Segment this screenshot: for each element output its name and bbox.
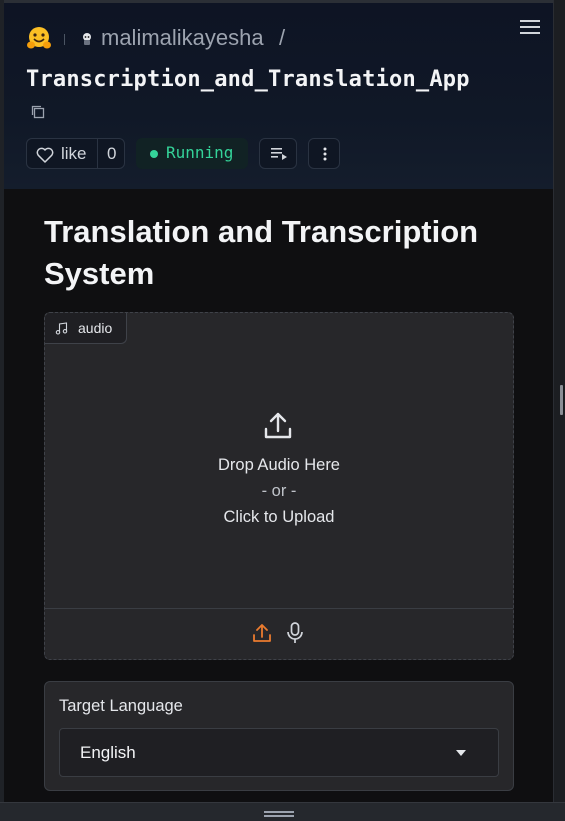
target-language-label: Target Language bbox=[59, 697, 183, 715]
or-text: - or - bbox=[261, 482, 297, 500]
like-count: 0 bbox=[107, 144, 117, 163]
status-badge[interactable]: Running bbox=[136, 138, 248, 169]
side-panel-edge bbox=[553, 0, 565, 821]
upload-icon[interactable] bbox=[262, 410, 294, 442]
app-container: Translation and Transcription System aud… bbox=[4, 189, 554, 802]
heart-icon bbox=[36, 147, 54, 163]
window-frame: malimalikayesha / Transcription_and_Tran… bbox=[0, 0, 565, 821]
selected-language: English bbox=[80, 743, 136, 762]
audio-tag: audio bbox=[45, 313, 127, 344]
drop-audio-text[interactable]: Drop Audio Here bbox=[45, 456, 513, 475]
page-title: Translation and Transcription System bbox=[44, 214, 479, 291]
resize-handle-vertical[interactable] bbox=[560, 385, 563, 415]
like-button[interactable]: like 0 bbox=[26, 138, 125, 169]
audio-tag-label: audio bbox=[78, 320, 113, 336]
status-dot-icon bbox=[150, 150, 158, 158]
repo-name[interactable]: Transcription_and_Translation_App bbox=[26, 67, 470, 92]
status-label: Running bbox=[166, 143, 234, 162]
logs-button[interactable] bbox=[259, 138, 297, 169]
microphone-icon[interactable] bbox=[286, 622, 304, 644]
audio-source-bar bbox=[45, 608, 513, 659]
chevron-down-icon bbox=[456, 750, 466, 756]
bottom-panel-edge bbox=[0, 802, 565, 821]
menu-icon[interactable] bbox=[520, 20, 540, 38]
upload-source-icon[interactable] bbox=[252, 623, 272, 643]
target-language-block: Target Language English bbox=[44, 681, 514, 791]
target-language-dropdown[interactable]: English bbox=[59, 728, 499, 777]
logs-icon bbox=[271, 148, 287, 160]
resize-handle-horizontal[interactable] bbox=[264, 811, 294, 817]
audio-upload-block[interactable]: audio Drop Audio Here - or - Click to Up… bbox=[44, 312, 514, 660]
vertical-dots-icon bbox=[323, 147, 327, 161]
more-options-button[interactable] bbox=[308, 138, 340, 169]
music-note-icon bbox=[55, 322, 68, 335]
header-separator bbox=[64, 34, 65, 45]
like-divider bbox=[97, 139, 98, 168]
hugging-face-logo-icon[interactable] bbox=[26, 26, 52, 52]
click-to-upload-text[interactable]: Click to Upload bbox=[45, 508, 513, 527]
space-header: malimalikayesha / Transcription_and_Tran… bbox=[4, 3, 554, 189]
copy-icon[interactable] bbox=[30, 104, 46, 120]
owner-link[interactable]: malimalikayesha bbox=[101, 25, 264, 51]
user-avatar[interactable] bbox=[80, 32, 94, 46]
like-label: like bbox=[61, 144, 87, 163]
path-separator: / bbox=[279, 25, 286, 50]
